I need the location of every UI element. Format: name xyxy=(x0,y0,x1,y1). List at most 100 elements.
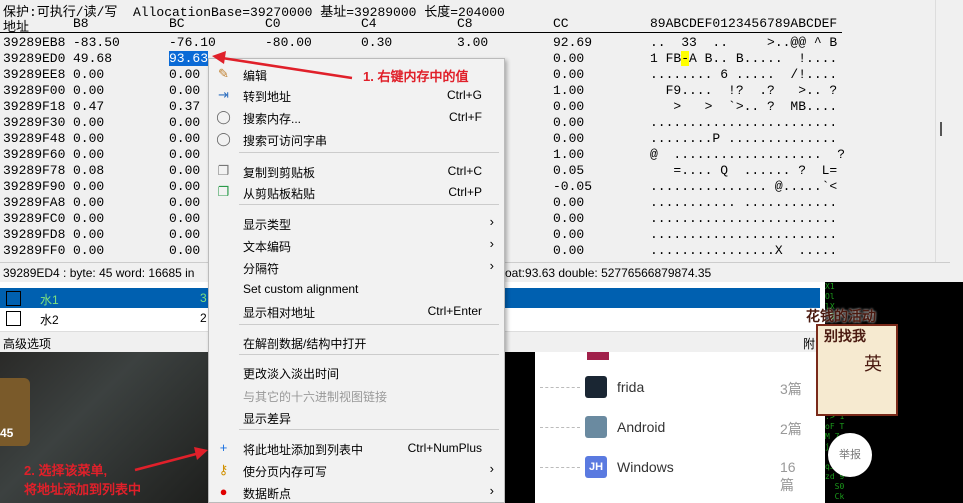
menu-item-9[interactable]: Set custom alignment xyxy=(209,278,504,299)
hex-cell-cc[interactable]: 0.00 xyxy=(553,51,584,66)
hex-cell-addr[interactable]: 39289F90 xyxy=(3,179,65,194)
hex-cell-bc[interactable]: 0.00 xyxy=(169,115,200,130)
hex-cell-cc[interactable]: -0.05 xyxy=(553,179,592,194)
hex-cell-cc[interactable]: 1.00 xyxy=(553,147,584,162)
hex-cell-b8[interactable]: -83.50 xyxy=(73,35,120,50)
menu-item-12[interactable]: 更改淡入淡出时间 xyxy=(209,361,504,382)
hex-cell-bc[interactable]: 0.00 xyxy=(169,163,200,178)
menu-item-5[interactable]: ❐ 从剪贴板粘贴 Ctrl+P xyxy=(209,181,504,202)
active-checkbox[interactable] xyxy=(6,311,21,326)
hex-cell-c4[interactable]: 0.30 xyxy=(361,35,392,50)
category-item-windows[interactable]: JH Windows 16篇 xyxy=(505,456,805,493)
report-button[interactable]: 举报 xyxy=(828,433,872,477)
hex-cell-cc[interactable]: 0.00 xyxy=(553,195,584,210)
hex-cell-addr[interactable]: 39289F30 xyxy=(3,115,65,130)
hex-cell-cc[interactable]: 92.69 xyxy=(553,35,592,50)
hex-cell-cc[interactable]: 1.00 xyxy=(553,83,584,98)
hex-ascii[interactable]: ........................ xyxy=(650,211,837,226)
hex-ascii[interactable]: ............... @.....`< xyxy=(650,179,837,194)
hex-cell-bc[interactable]: 0.00 xyxy=(169,195,200,210)
hex-cell-addr[interactable]: 39289EB8 xyxy=(3,35,65,50)
hex-cell-cc[interactable]: 0.00 xyxy=(553,227,584,242)
hex-ascii[interactable]: 1 FB-A B.. B..... !.... xyxy=(650,51,837,66)
hex-cell-c0[interactable]: -80.00 xyxy=(265,35,312,50)
hex-cell-bc[interactable]: 0.00 xyxy=(169,67,200,82)
active-checkbox[interactable] xyxy=(6,291,21,306)
menu-item-10[interactable]: 显示相对地址 Ctrl+Enter xyxy=(209,300,504,321)
hex-cell-bc[interactable]: 0.00 xyxy=(169,147,200,162)
hex-cell-cc[interactable]: 0.00 xyxy=(553,211,584,226)
hex-cell-b8[interactable]: 0.00 xyxy=(73,147,104,162)
hex-ascii[interactable]: ........... ............ xyxy=(650,195,837,210)
hex-cell-bc[interactable]: 0.00 xyxy=(169,227,200,242)
hex-ascii[interactable]: ........ 6 ..... /!.... xyxy=(650,67,837,82)
menu-item-6[interactable]: 显示类型 › xyxy=(209,212,504,233)
hex-ascii[interactable]: @ ................... ? xyxy=(650,147,845,162)
menu-item-4[interactable]: ❐ 复制到剪贴板 Ctrl+C xyxy=(209,160,504,181)
category-item-frida[interactable]: frida 3篇 xyxy=(505,376,805,406)
hex-cell-cc[interactable]: 0.00 xyxy=(553,131,584,146)
hex-cell-addr[interactable]: 39289F18 xyxy=(3,99,65,114)
advanced-options-label[interactable]: 高级选项 xyxy=(3,337,51,351)
hex-cell-addr[interactable]: 39289F00 xyxy=(3,83,65,98)
hex-cell-cc[interactable]: 0.00 xyxy=(553,99,584,114)
hex-cell-b8[interactable]: 0.00 xyxy=(73,211,104,226)
hex-cell-bc[interactable]: 0.37 xyxy=(169,99,200,114)
hex-cell-b8[interactable]: 0.00 xyxy=(73,115,104,130)
hex-cell-b8[interactable]: 0.00 xyxy=(73,243,104,258)
hex-cell-bc[interactable]: -76.10 xyxy=(169,35,216,50)
hex-cell-b8[interactable]: 0.00 xyxy=(73,195,104,210)
hex-cell-addr[interactable]: 39289FC0 xyxy=(3,211,65,226)
hex-cell-cc[interactable]: 0.00 xyxy=(553,115,584,130)
hex-cell-bc[interactable]: 0.00 xyxy=(169,179,200,194)
hex-cell-bc[interactable]: 93.63 xyxy=(169,51,209,66)
hex-cell-b8[interactable]: 0.00 xyxy=(73,83,104,98)
hex-ascii[interactable]: F9.... !? .? >.. ? xyxy=(650,83,838,98)
menu-item-11[interactable]: 在解剖数据/结构中打开 xyxy=(209,331,504,352)
hex-ascii[interactable]: ........P .............. xyxy=(650,131,837,146)
hex-cell-addr[interactable]: 39289FD8 xyxy=(3,227,65,242)
hex-cell-b8[interactable]: 49.68 xyxy=(73,51,112,66)
hex-ascii[interactable]: ........................ xyxy=(650,115,837,130)
hex-cell-bc[interactable]: 0.00 xyxy=(169,243,200,258)
hex-cell-bc[interactable]: 0.00 xyxy=(169,83,200,98)
hex-cell-bc[interactable]: 0.00 xyxy=(169,131,200,146)
menu-item-2[interactable]: ◯ 搜索内存... Ctrl+F xyxy=(209,106,504,127)
hex-ascii[interactable]: .. 33 .. >..@@ ^ B xyxy=(650,35,837,50)
hex-row[interactable]: 39289EB8 -83.50 -76.10 -80.00 0.30 3.00 92.69.… xyxy=(0,35,842,51)
hex-cell-addr[interactable]: 39289FF0 xyxy=(3,243,65,258)
hex-ascii[interactable]: =.... Q ...... ? L= xyxy=(650,163,837,178)
hex-cell-addr[interactable]: 39289F48 xyxy=(3,131,65,146)
hex-cell-bc[interactable]: 0.00 xyxy=(169,211,200,226)
hex-ascii[interactable]: ........................ xyxy=(650,227,837,242)
category-name[interactable]: frida xyxy=(617,379,644,395)
category-item-android[interactable]: Android 2篇 xyxy=(505,416,805,446)
hex-cell-cc[interactable]: 0.00 xyxy=(553,67,584,82)
hex-ascii[interactable]: > > `>.. ? MB.... xyxy=(650,99,837,114)
menu-item-16[interactable]: ⚷ 使分页内存可写 › xyxy=(209,459,504,480)
menu-item-17[interactable]: ● 数据断点 › xyxy=(209,481,504,502)
menu-item-8[interactable]: 分隔符 › xyxy=(209,256,504,277)
hex-cell-b8[interactable]: 0.00 xyxy=(73,227,104,242)
vertical-scrollbar[interactable] xyxy=(935,0,949,262)
category-name[interactable]: Windows xyxy=(617,459,674,475)
hex-cell-addr[interactable]: 39289EE8 xyxy=(3,67,65,82)
hex-cell-addr[interactable]: 39289F78 xyxy=(3,163,65,178)
menu-item-14[interactable]: 显示差异 xyxy=(209,406,504,427)
category-name[interactable]: Android xyxy=(617,419,665,435)
hex-cell-addr[interactable]: 39289F60 xyxy=(3,147,65,162)
hex-cell-c8[interactable]: 3.00 xyxy=(457,35,488,50)
hex-cell-b8[interactable]: 0.00 xyxy=(73,131,104,146)
hex-cell-cc[interactable]: 0.00 xyxy=(553,243,584,258)
hex-cell-b8[interactable]: 0.08 xyxy=(73,163,104,178)
hex-cell-addr[interactable]: 39289FA8 xyxy=(3,195,65,210)
menu-item-15[interactable]: + 将此地址添加到列表中 Ctrl+NumPlus xyxy=(209,437,504,458)
menu-item-7[interactable]: 文本编码 › xyxy=(209,234,504,255)
hex-cell-b8[interactable]: 0.00 xyxy=(73,67,104,82)
menu-item-1[interactable]: ⇥ 转到地址 Ctrl+G xyxy=(209,84,504,105)
menu-item-3[interactable]: ◯ 搜索可访问字串 xyxy=(209,128,504,149)
hex-cell-addr[interactable]: 39289ED0 xyxy=(3,51,65,66)
hex-ascii[interactable]: ................X ..... xyxy=(650,243,837,258)
hex-cell-cc[interactable]: 0.05 xyxy=(553,163,584,178)
hex-cell-b8[interactable]: 0.47 xyxy=(73,99,104,114)
